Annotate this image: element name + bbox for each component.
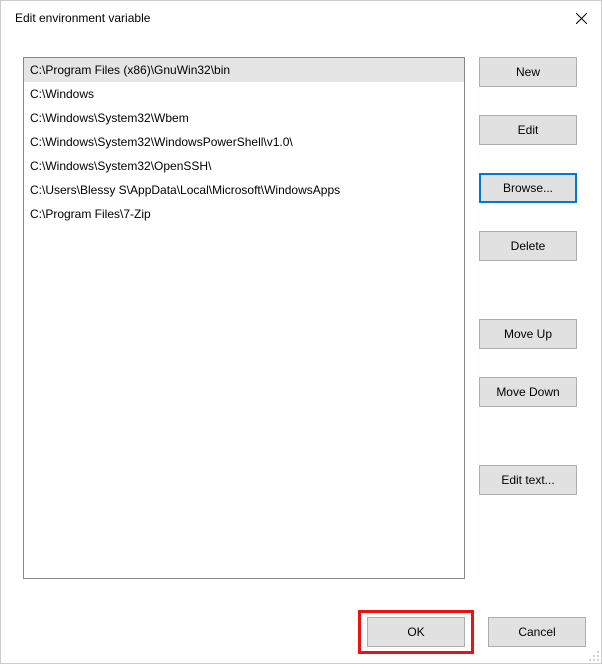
side-button-column: New Edit Browse... Delete Move Up Move D… <box>479 57 579 579</box>
ok-highlight: OK <box>358 610 474 654</box>
browse-button[interactable]: Browse... <box>479 173 577 203</box>
list-item[interactable]: C:\Program Files (x86)\GnuWin32\bin <box>24 58 464 82</box>
edit-button[interactable]: Edit <box>479 115 577 145</box>
list-item[interactable]: C:\Windows\System32\Wbem <box>24 106 464 130</box>
list-item[interactable]: C:\Program Files\7-Zip <box>24 202 464 226</box>
delete-button[interactable]: Delete <box>479 231 577 261</box>
new-button[interactable]: New <box>479 57 577 87</box>
dialog-body: C:\Program Files (x86)\GnuWin32\bin C:\W… <box>1 35 601 593</box>
edit-text-button[interactable]: Edit text... <box>479 465 577 495</box>
move-down-button[interactable]: Move Down <box>479 377 577 407</box>
path-listbox[interactable]: C:\Program Files (x86)\GnuWin32\bin C:\W… <box>23 57 465 579</box>
list-item[interactable]: C:\Users\Blessy S\AppData\Local\Microsof… <box>24 178 464 202</box>
titlebar: Edit environment variable <box>1 1 601 35</box>
dialog-title: Edit environment variable <box>15 11 150 25</box>
cancel-button[interactable]: Cancel <box>488 617 586 647</box>
list-item[interactable]: C:\Windows\System32\OpenSSH\ <box>24 154 464 178</box>
ok-button[interactable]: OK <box>367 617 465 647</box>
list-item[interactable]: C:\Windows\System32\WindowsPowerShell\v1… <box>24 130 464 154</box>
close-icon[interactable] <box>575 12 587 24</box>
resize-grip-icon[interactable] <box>586 648 600 662</box>
move-up-button[interactable]: Move Up <box>479 319 577 349</box>
dialog-footer: OK Cancel <box>0 610 602 654</box>
list-item[interactable]: C:\Windows <box>24 82 464 106</box>
